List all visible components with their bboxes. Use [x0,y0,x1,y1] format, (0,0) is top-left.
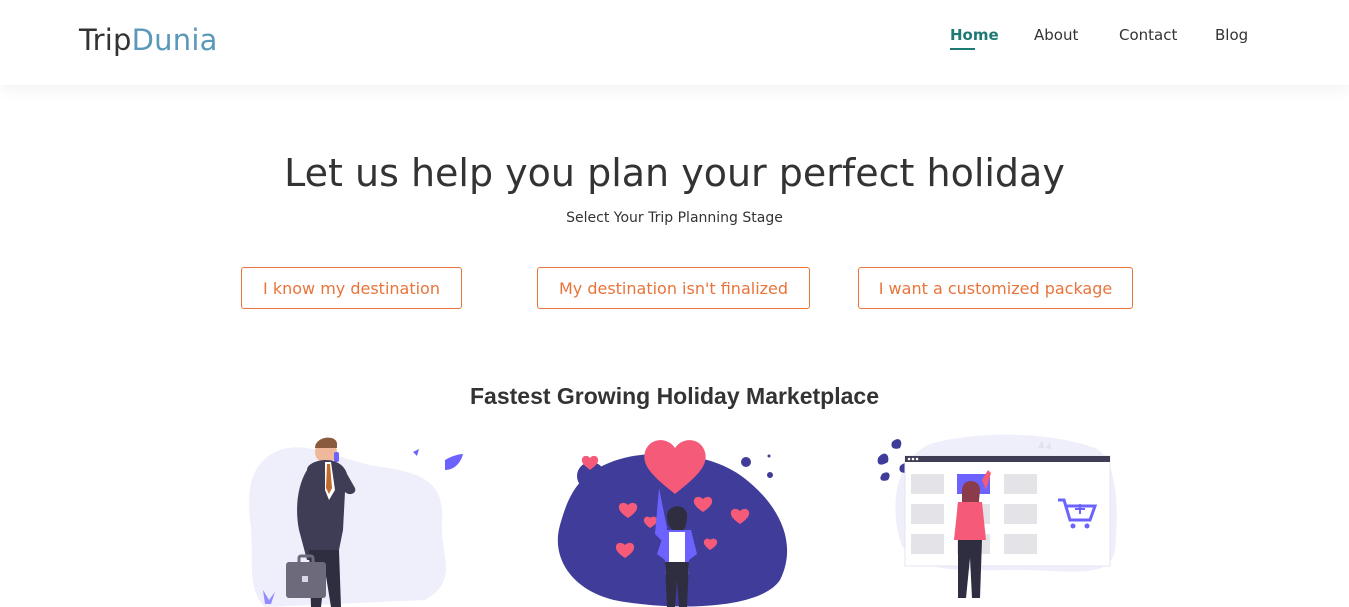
leaf-icon [445,454,463,470]
nav-contact-link[interactable]: Contact [1119,25,1177,45]
product-tile [1004,534,1037,554]
window-dot [915,457,919,461]
dot-decor [741,457,751,467]
nav-about-link[interactable]: About [1034,25,1078,45]
product-tile [1004,504,1037,524]
window-dot [907,457,911,461]
nav-active-underline [950,48,975,50]
phone-icon [334,452,339,462]
dot-small-decor [767,454,771,458]
customized-package-button[interactable]: I want a customized package [858,267,1133,309]
know-destination-button[interactable]: I know my destination [241,267,462,309]
hero-subtitle: Select Your Trip Planning Stage [566,210,783,226]
shirt [669,532,685,562]
product-tile [911,504,944,524]
leaf-small-icon [413,449,419,456]
brand-name-part2: Dunia [131,23,218,57]
navbar: TripDunia Home About Contact Blog [0,0,1349,85]
hair [315,437,337,448]
browser-titlebar [905,456,1110,462]
blob-background [249,447,446,607]
marketplace-title: Fastest Growing Holiday Marketplace [469,383,879,409]
nav-home-link[interactable]: Home [950,25,999,45]
briefcase-lock [302,576,308,582]
top-shirt [954,502,986,540]
dot-decor-2 [767,472,773,478]
businessman-illustration [249,437,463,607]
love-hearts-illustration [557,440,788,607]
product-tile [911,534,944,554]
product-tile [911,474,944,494]
brand-logo[interactable]: TripDunia [79,22,218,58]
brand-name-part1: Trip [79,23,132,57]
window-dot [911,457,915,461]
nav-blog-link[interactable]: Blog [1215,25,1248,45]
product-tile [1004,474,1037,494]
hero-title: Let us help you plan your perfect holida… [284,151,1065,195]
online-shopping-illustration [877,434,1117,598]
destination-not-finalized-button[interactable]: My destination isn't finalized [537,267,810,309]
